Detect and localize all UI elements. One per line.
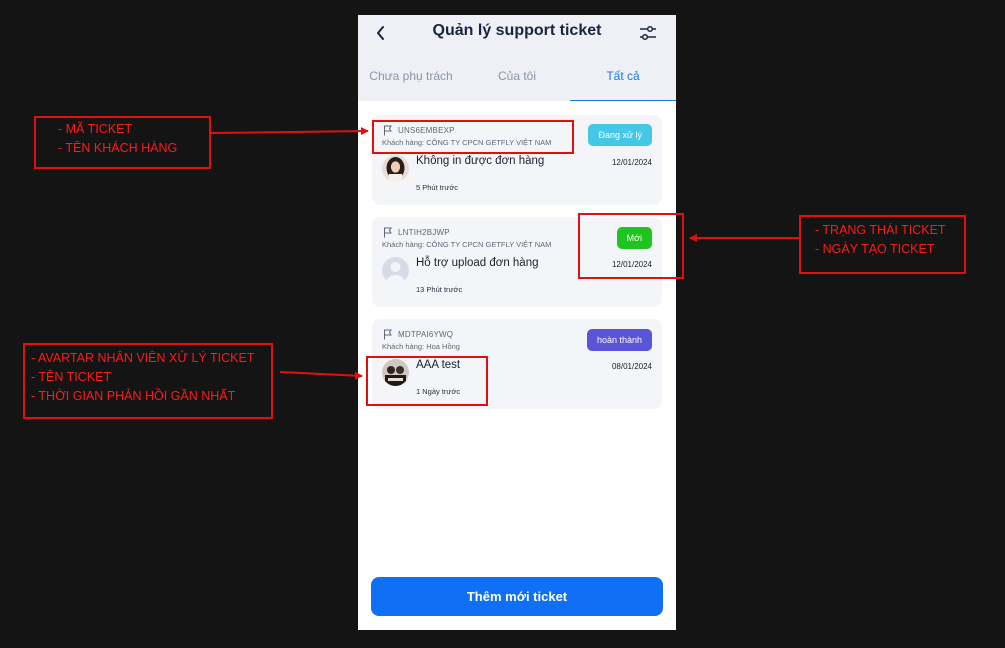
arrow-code-customer [210, 127, 369, 136]
arrow-avatar-title-time [279, 371, 363, 380]
annotation-arrows [210, 127, 799, 380]
